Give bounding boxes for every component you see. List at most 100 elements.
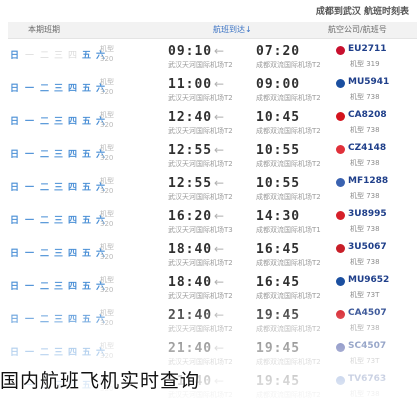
weekday-2: 二 xyxy=(40,150,50,160)
weekday-4: 四 xyxy=(68,282,78,292)
depart-time: 10:45 xyxy=(256,110,301,125)
airline-logo-icon xyxy=(336,244,345,253)
flight-number[interactable]: CA8208 xyxy=(348,110,387,120)
depart-airport: 成都双流国际机场T2 xyxy=(256,193,321,201)
arrive-time: 12:55 xyxy=(168,143,213,158)
model-label: 机型 xyxy=(100,276,114,284)
flight-row[interactable]: 日一二三四五六机型 320 12:55 武汉天河国际机场T2 10:55 成都双流国际机场… xyxy=(8,171,417,205)
header-flight[interactable]: 航空公司/航班号 xyxy=(328,24,387,35)
airline-logo-icon xyxy=(336,145,345,154)
depart-airport: 成都双流国际机场T2 xyxy=(256,160,321,168)
weekday-2: 二 xyxy=(40,84,50,94)
weekday-2: 二 xyxy=(40,348,50,358)
depart-airport: 成都双流国际机场T2 xyxy=(256,127,321,135)
flight-row[interactable]: 日一二三四五六机型 320 12:40 武汉天河国际机场T2 10:45 成都双流国际机场… xyxy=(8,105,417,139)
depart-time: 19:45 xyxy=(256,374,301,389)
flight-row[interactable]: 日一二三四五六机型 320 09:10 武汉天河国际机场T2 07:20 成都双流国际机场… xyxy=(8,39,417,73)
weekday-4: 四 xyxy=(68,150,78,160)
weekday-1: 一 xyxy=(25,84,35,94)
flight-row[interactable]: 日一二三四五六机型 320 18:40 武汉天河国际机场T2 16:45 成都双流国际机场… xyxy=(8,270,417,304)
flight-number[interactable]: CZ4148 xyxy=(348,143,386,153)
weekday-4: 四 xyxy=(68,84,78,94)
weekday-1: 一 xyxy=(25,150,35,160)
weekday-5: 五 xyxy=(82,183,92,193)
weekday-1: 一 xyxy=(25,249,35,259)
depart-airport: 成都双流国际机场T2 xyxy=(256,358,321,366)
weekday-4: 四 xyxy=(68,183,78,193)
weekday-4: 四 xyxy=(68,249,78,259)
weekday-1: 一 xyxy=(25,117,35,127)
weekday-3: 三 xyxy=(54,183,64,193)
model-code: 320 xyxy=(100,154,114,162)
flight-row[interactable]: 日一二三四五六机型 320 18:40 武汉天河国际机场T2 16:45 成都双流国际机场… xyxy=(8,237,417,271)
depart-time: 14:30 xyxy=(256,209,301,224)
flight-row[interactable]: 日一二三四五六机型 320 11:00 武汉天河国际机场T2 09:00 成都双流国际机场… xyxy=(8,72,417,106)
flight-row[interactable]: 日一二三四五六机型 320 16:20 武汉天河国际机场T3 14:30 成都双流国际机场… xyxy=(8,204,417,238)
aircraft-model: 机型 320 xyxy=(100,110,114,130)
weekday-5: 五 xyxy=(82,282,92,292)
model-code: 320 xyxy=(100,352,114,360)
flight-aircraft: 机型 73T xyxy=(350,357,380,365)
airline-logo-icon xyxy=(336,79,345,88)
weekday-3: 三 xyxy=(54,216,64,226)
aircraft-model: 机型 320 xyxy=(100,341,114,361)
depart-airport: 成都双流国际机场T2 xyxy=(256,61,321,69)
depart-time: 10:55 xyxy=(256,176,301,191)
weekday-5: 五 xyxy=(82,51,92,61)
flight-row[interactable]: 日一二三四五六机型 320 12:55 武汉天河国际机场T2 10:55 成都双流国际机场… xyxy=(8,138,417,172)
direction-arrow-icon: ← xyxy=(214,374,225,388)
arrive-time: 12:40 xyxy=(168,110,213,125)
model-code: 320 xyxy=(100,319,114,327)
flight-number[interactable]: 3U8995 xyxy=(348,209,387,219)
airline-logo-icon xyxy=(336,178,345,187)
header-arrive[interactable]: 航班到达↓ xyxy=(213,24,252,35)
direction-arrow-icon: ← xyxy=(214,275,225,289)
aircraft-model: 机型 320 xyxy=(100,143,114,163)
model-label: 机型 xyxy=(100,309,114,317)
flight-number[interactable]: MU9652 xyxy=(348,275,389,285)
weekday-3: 三 xyxy=(54,150,64,160)
flight-row[interactable]: 日一二三四五六机型 320 21:40 武汉天河国际机场T2 19:45 成都双流国际机场… xyxy=(8,336,417,370)
flight-aircraft: 机型 738 xyxy=(350,93,380,101)
depart-time: 19:45 xyxy=(256,308,301,323)
airline-logo-icon xyxy=(336,376,345,385)
weekday-3: 三 xyxy=(54,51,64,61)
flight-number[interactable]: TV6763 xyxy=(348,374,386,384)
aircraft-model: 机型 320 xyxy=(100,176,114,196)
aircraft-model: 机型 320 xyxy=(100,242,114,262)
flight-aircraft: 机型 73T xyxy=(350,291,380,299)
direction-arrow-icon: ← xyxy=(214,341,225,355)
weekday-3: 三 xyxy=(54,282,64,292)
airline-logo-icon xyxy=(336,112,345,121)
weekday-5: 五 xyxy=(82,216,92,226)
aircraft-model: 机型 320 xyxy=(100,77,114,97)
flight-number[interactable]: MU5941 xyxy=(348,77,389,87)
direction-arrow-icon: ← xyxy=(214,209,225,223)
weekday-1: 一 xyxy=(25,315,35,325)
weekday-0: 日 xyxy=(10,216,20,226)
arrive-airport: 武汉天河国际机场T2 xyxy=(168,61,233,69)
arrive-airport: 武汉天河国际机场T2 xyxy=(168,292,233,300)
arrive-airport: 武汉天河国际机场T2 xyxy=(168,94,233,102)
weekday-0: 日 xyxy=(10,51,20,61)
flight-aircraft: 机型 738 xyxy=(350,159,380,167)
weekday-4: 四 xyxy=(68,348,78,358)
flight-number[interactable]: MF1288 xyxy=(348,176,388,186)
weekday-5: 五 xyxy=(82,348,92,358)
flight-number[interactable]: EU2711 xyxy=(348,44,387,54)
flight-number[interactable]: 3U5067 xyxy=(348,242,387,252)
timetable-title: 成都到武汉 航班时刻表 xyxy=(315,7,409,17)
direction-arrow-icon: ← xyxy=(214,110,225,124)
direction-arrow-icon: ← xyxy=(214,77,225,91)
depart-time: 16:45 xyxy=(256,275,301,290)
arrive-time: 16:20 xyxy=(168,209,213,224)
arrive-time: 18:40 xyxy=(168,242,213,257)
flight-number[interactable]: CA4507 xyxy=(348,308,387,318)
flight-row[interactable]: 日一二三四五六机型 320 21:40 武汉天河国际机场T2 19:45 成都双流国际机场… xyxy=(8,303,417,337)
model-code: 320 xyxy=(100,55,114,63)
flight-number[interactable]: SC4507 xyxy=(348,341,386,351)
sort-arrow-icon: ↓ xyxy=(245,25,252,34)
header-days[interactable]: 本期班期 xyxy=(28,24,60,35)
depart-time: 10:55 xyxy=(256,143,301,158)
direction-arrow-icon: ← xyxy=(214,308,225,322)
